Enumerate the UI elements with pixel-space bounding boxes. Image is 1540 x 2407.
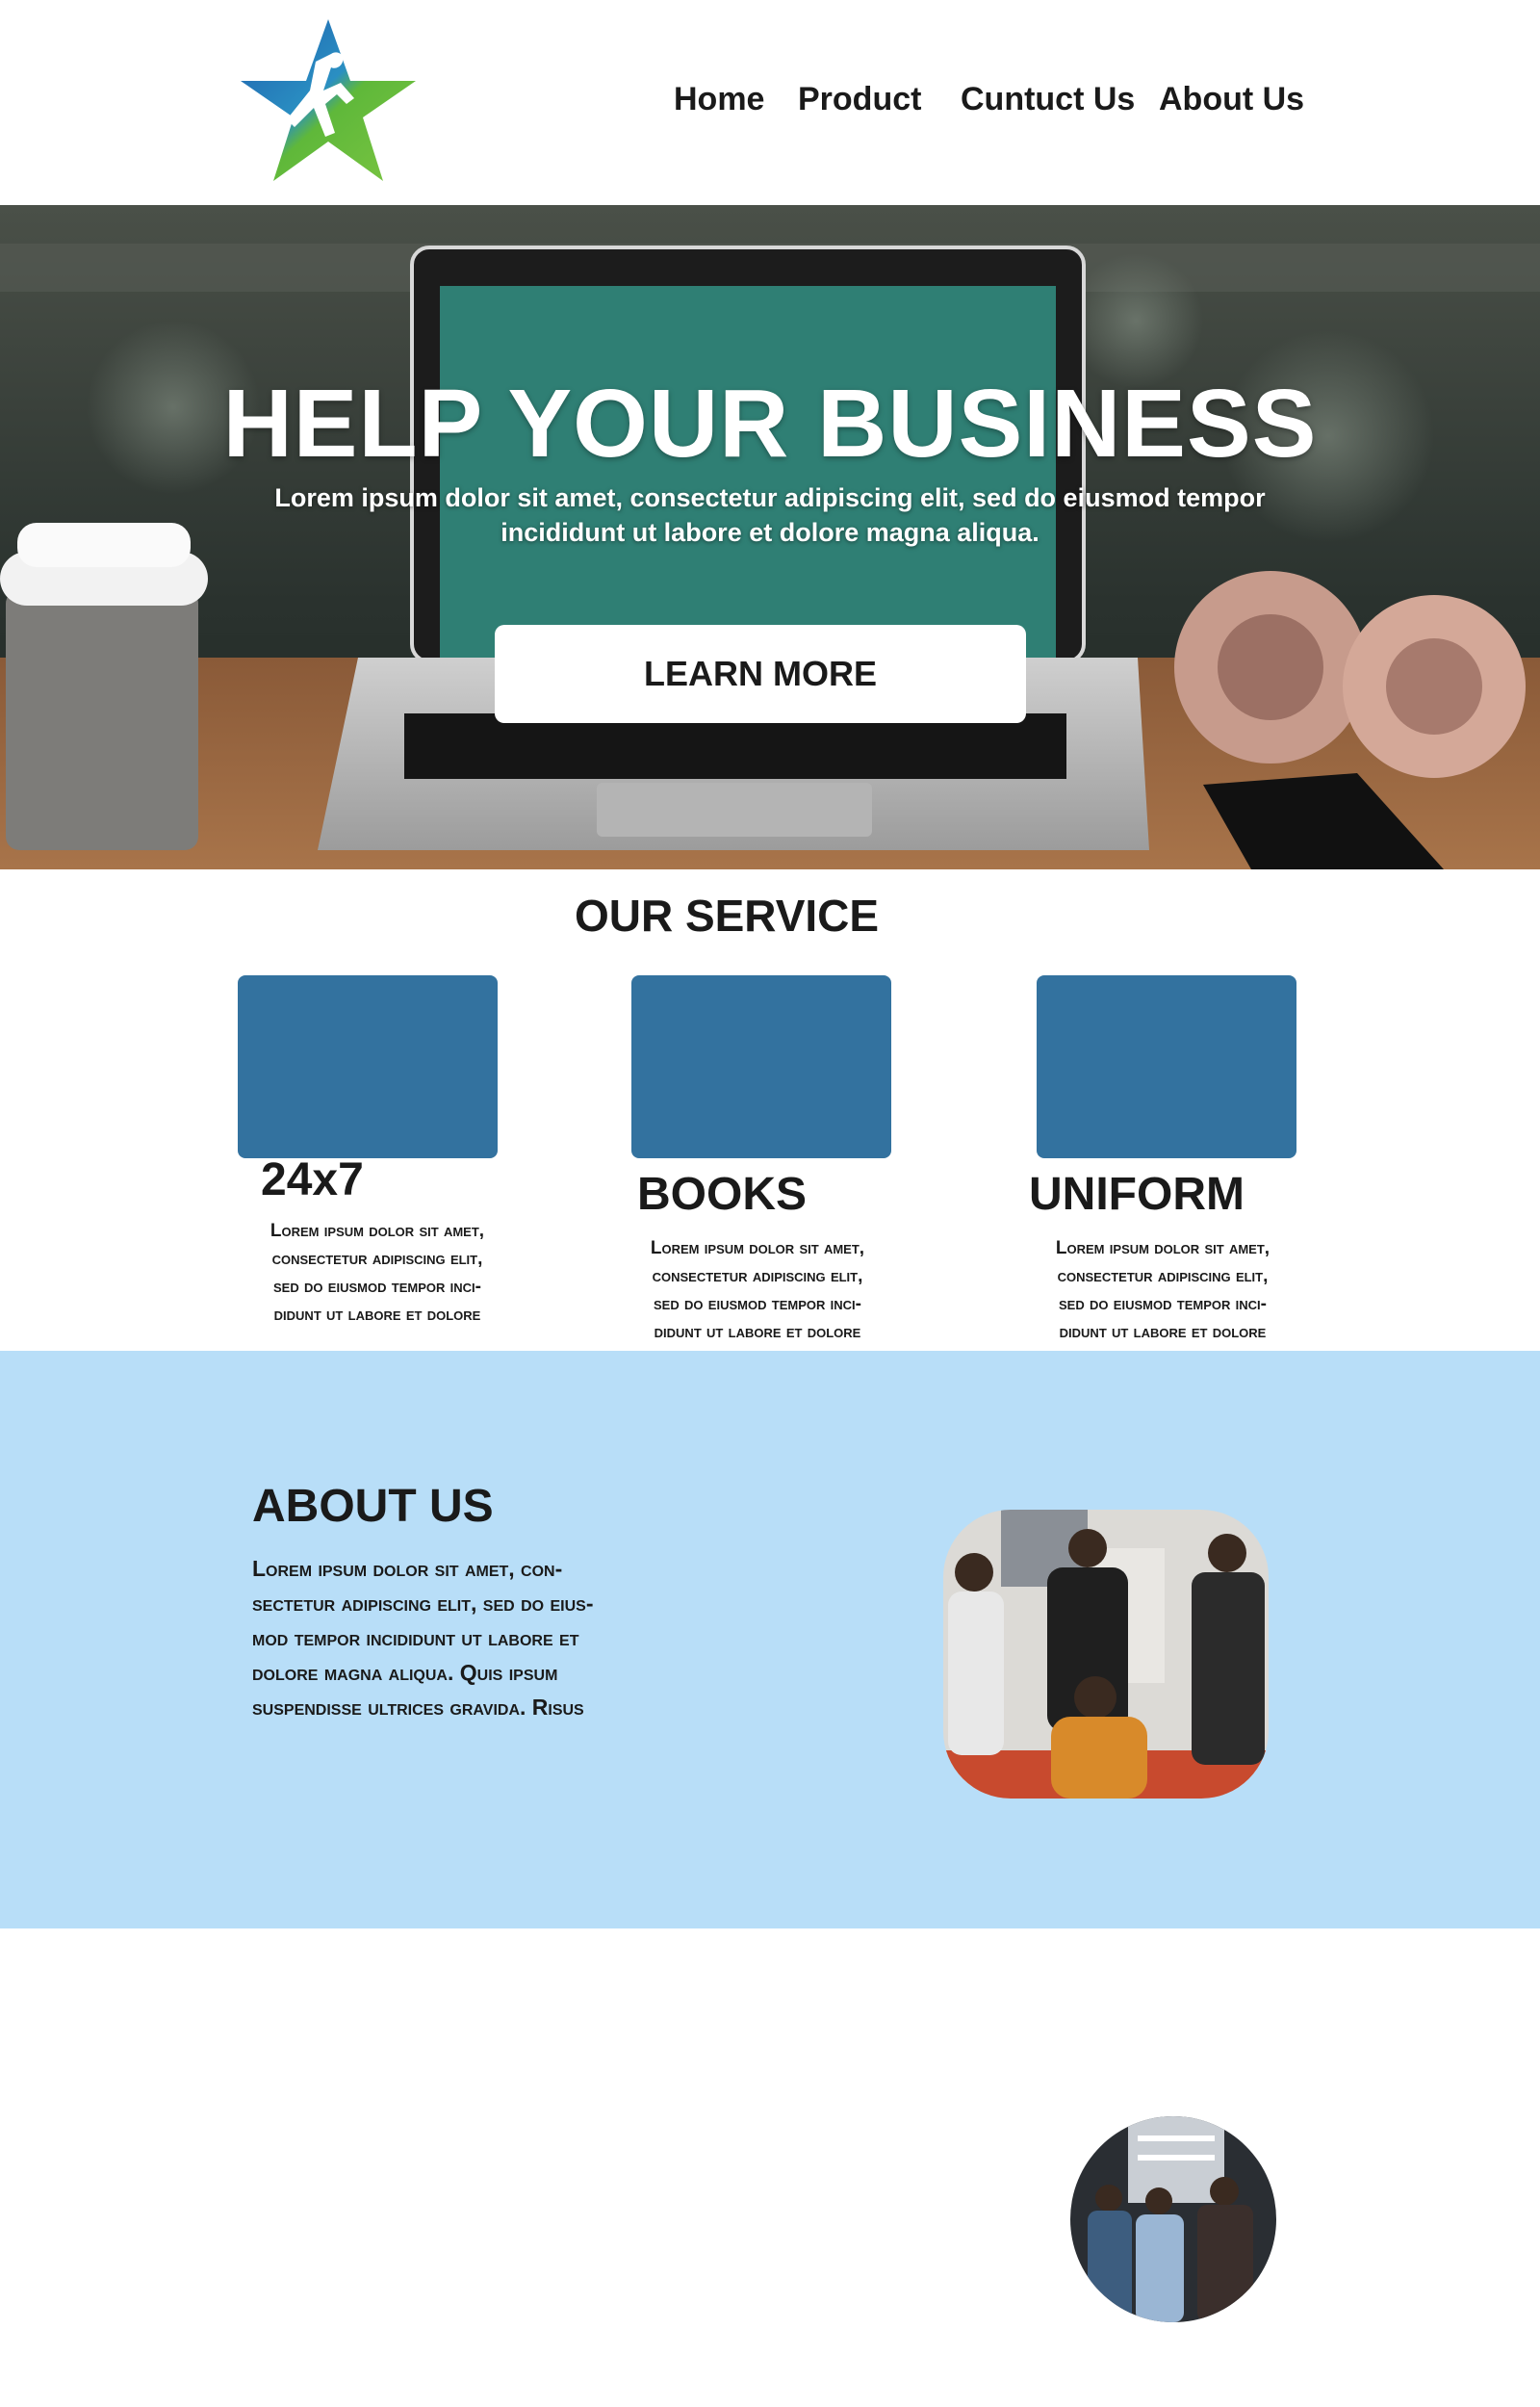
service-title-24x7: 24x7 [261, 1154, 364, 1205]
team-photo-image [1070, 2116, 1276, 2322]
service-description-line: sed do eiusmod tempor inci- [1059, 1294, 1267, 1314]
service-description-line: Lorem ipsum dolor sit amet, [650, 1238, 865, 1258]
nav-contact-us[interactable]: Cuntuct Us [961, 81, 1135, 118]
site-header: Home Product Cuntuct Us About Us [0, 0, 1540, 205]
about-group-photo [943, 1510, 1269, 1799]
service-description-line: Lorem ipsum dolor sit amet, [270, 1221, 485, 1241]
group-photo-image [943, 1510, 1269, 1799]
about-description-line: sectetur adipiscing elit, sed do eius- [252, 1591, 594, 1616]
about-description-line: Lorem ipsum dolor sit amet, con- [252, 1556, 563, 1581]
about-description-line: mod tempor incididunt ut labore et [252, 1625, 579, 1650]
service-description-line: didunt ut labore et dolore [654, 1322, 861, 1342]
service-image-placeholder [1037, 975, 1296, 1158]
learn-more-button[interactable]: LEARN MORE [495, 625, 1026, 723]
service-image-placeholder [238, 975, 498, 1158]
service-image-placeholder [631, 975, 891, 1158]
service-title-uniform: UNIFORM [1029, 1169, 1245, 1220]
service-description-line: sed do eiusmod tempor inci- [654, 1294, 861, 1314]
service-description-line: didunt ut labore et dolore [1059, 1322, 1267, 1342]
about-section: ABOUT US Lorem ipsum dolor sit amet, con… [0, 1351, 1540, 1928]
hero-subtitle-line: Lorem ipsum dolor sit amet, consectetur … [274, 483, 1266, 512]
nav-home[interactable]: Home [674, 81, 764, 118]
services-title: OUR SERVICE [574, 891, 880, 941]
service-description-line: consectetur adipiscing elit, [271, 1249, 483, 1269]
hero-subtitle: Lorem ipsum dolor sit amet, consectetur … [260, 480, 1280, 550]
service-description: Lorem ipsum dolor sit amet, consectetur … [233, 1217, 522, 1329]
hero-banner: HELP YOUR BUSINESS Lorem ipsum dolor sit… [0, 205, 1540, 869]
about-description-line: dolore magna aliqua. Quis ipsum [252, 1660, 558, 1685]
nav-about-us[interactable]: About Us [1159, 81, 1304, 118]
service-description-line: consectetur adipiscing elit, [652, 1266, 863, 1286]
hero-subtitle-line: incididunt ut labore et dolore magna ali… [500, 518, 1040, 547]
hero-title: HELP YOUR BUSINESS [222, 370, 1318, 478]
service-description-line: sed do eiusmod tempor inci- [273, 1277, 481, 1297]
service-description-line: consectetur adipiscing elit, [1057, 1266, 1269, 1286]
service-description-line: Lorem ipsum dolor sit amet, [1055, 1238, 1270, 1258]
about-description-line: suspendisse ultrices gravida. Risus [252, 1695, 584, 1720]
nav-product[interactable]: Product [798, 81, 921, 118]
about-description: Lorem ipsum dolor sit amet, con- sectetu… [252, 1551, 695, 1724]
about-title: ABOUT US [252, 1481, 494, 1532]
service-description: Lorem ipsum dolor sit amet, consectetur … [1018, 1234, 1307, 1346]
service-description: Lorem ipsum dolor sit amet, consectetur … [613, 1234, 902, 1346]
star-logo-icon[interactable] [237, 15, 420, 189]
team-photo [1070, 2116, 1276, 2322]
service-description-line: didunt ut labore et dolore [273, 1305, 481, 1325]
service-title-books: BOOKS [637, 1169, 808, 1220]
